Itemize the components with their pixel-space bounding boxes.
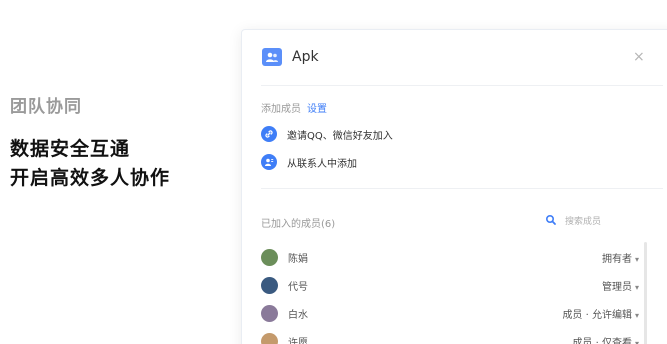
dialog-header: Apk × xyxy=(242,30,667,86)
chevron-down-icon: ▾ xyxy=(634,338,639,344)
member-role-label: 成员 · 允许编辑 xyxy=(562,309,632,321)
member-role-dropdown[interactable]: 成员 · 允许编辑 ▾ xyxy=(562,306,639,321)
team-icon xyxy=(262,48,282,66)
promo-headline-2: 开启高效多人协作 xyxy=(10,167,171,189)
promo-block: 团队协同 数据安全互通 开启高效多人协作 xyxy=(10,92,170,193)
add-from-contacts-action[interactable]: 从联系人中添加 xyxy=(261,154,357,170)
member-row: 代号 管理员 ▾ xyxy=(261,275,639,295)
search-placeholder: 搜索成员 xyxy=(565,216,602,227)
member-role-dropdown[interactable]: 管理员 ▾ xyxy=(602,278,639,293)
link-icon xyxy=(261,126,277,142)
add-members-row: 添加成员 设置 xyxy=(261,100,327,115)
chevron-down-icon: ▾ xyxy=(634,282,639,292)
dialog-title: Apk xyxy=(292,49,319,65)
avatar xyxy=(261,332,278,344)
member-row: 白水 成员 · 允许编辑 ▾ xyxy=(261,303,639,323)
team-members-dialog: Apk × 添加成员设置 邀请QQ、微信好友加入 从联系人中添加 已加入的成员 xyxy=(241,29,667,344)
member-role-label: 拥有者 xyxy=(601,253,632,265)
members-scrollbar[interactable] xyxy=(644,242,647,344)
add-from-contacts-label: 从联系人中添加 xyxy=(287,158,357,170)
close-button[interactable]: × xyxy=(633,49,645,65)
section-divider xyxy=(261,188,663,189)
avatar xyxy=(261,248,278,266)
member-name: 白水 xyxy=(288,309,308,321)
member-name: 陈娟 xyxy=(288,253,308,265)
add-members-label: 添加成员 xyxy=(261,104,301,115)
member-role-label: 成员 · 仅查看 xyxy=(572,337,632,344)
member-row: 许愿 成员 · 仅查看 ▾ xyxy=(261,331,639,344)
member-name: 代号 xyxy=(288,281,308,293)
avatar xyxy=(261,276,278,294)
invite-friends-label: 邀请QQ、微信好友加入 xyxy=(287,130,393,142)
member-name: 许愿 xyxy=(288,337,308,344)
promo-subtitle: 团队协同 xyxy=(10,97,82,117)
avatar xyxy=(261,304,278,322)
members-count-header: 已加入的成员(6) xyxy=(261,219,336,230)
chevron-down-icon: ▾ xyxy=(634,310,639,320)
member-row: 陈娟 拥有者 ▾ xyxy=(261,247,639,267)
contacts-icon xyxy=(261,154,277,170)
invite-friends-action[interactable]: 邀请QQ、微信好友加入 xyxy=(261,126,393,142)
header-divider xyxy=(261,85,663,86)
member-role-dropdown[interactable]: 成员 · 仅查看 ▾ xyxy=(572,334,639,344)
promo-headline-1: 数据安全互通 xyxy=(10,138,131,160)
member-role-label: 管理员 xyxy=(601,281,632,293)
search-icon xyxy=(545,214,557,226)
chevron-down-icon: ▾ xyxy=(634,254,639,264)
member-search-input[interactable]: 搜索成员 xyxy=(539,209,634,231)
settings-link[interactable]: 设置 xyxy=(307,104,327,115)
member-role-dropdown[interactable]: 拥有者 ▾ xyxy=(602,250,639,265)
